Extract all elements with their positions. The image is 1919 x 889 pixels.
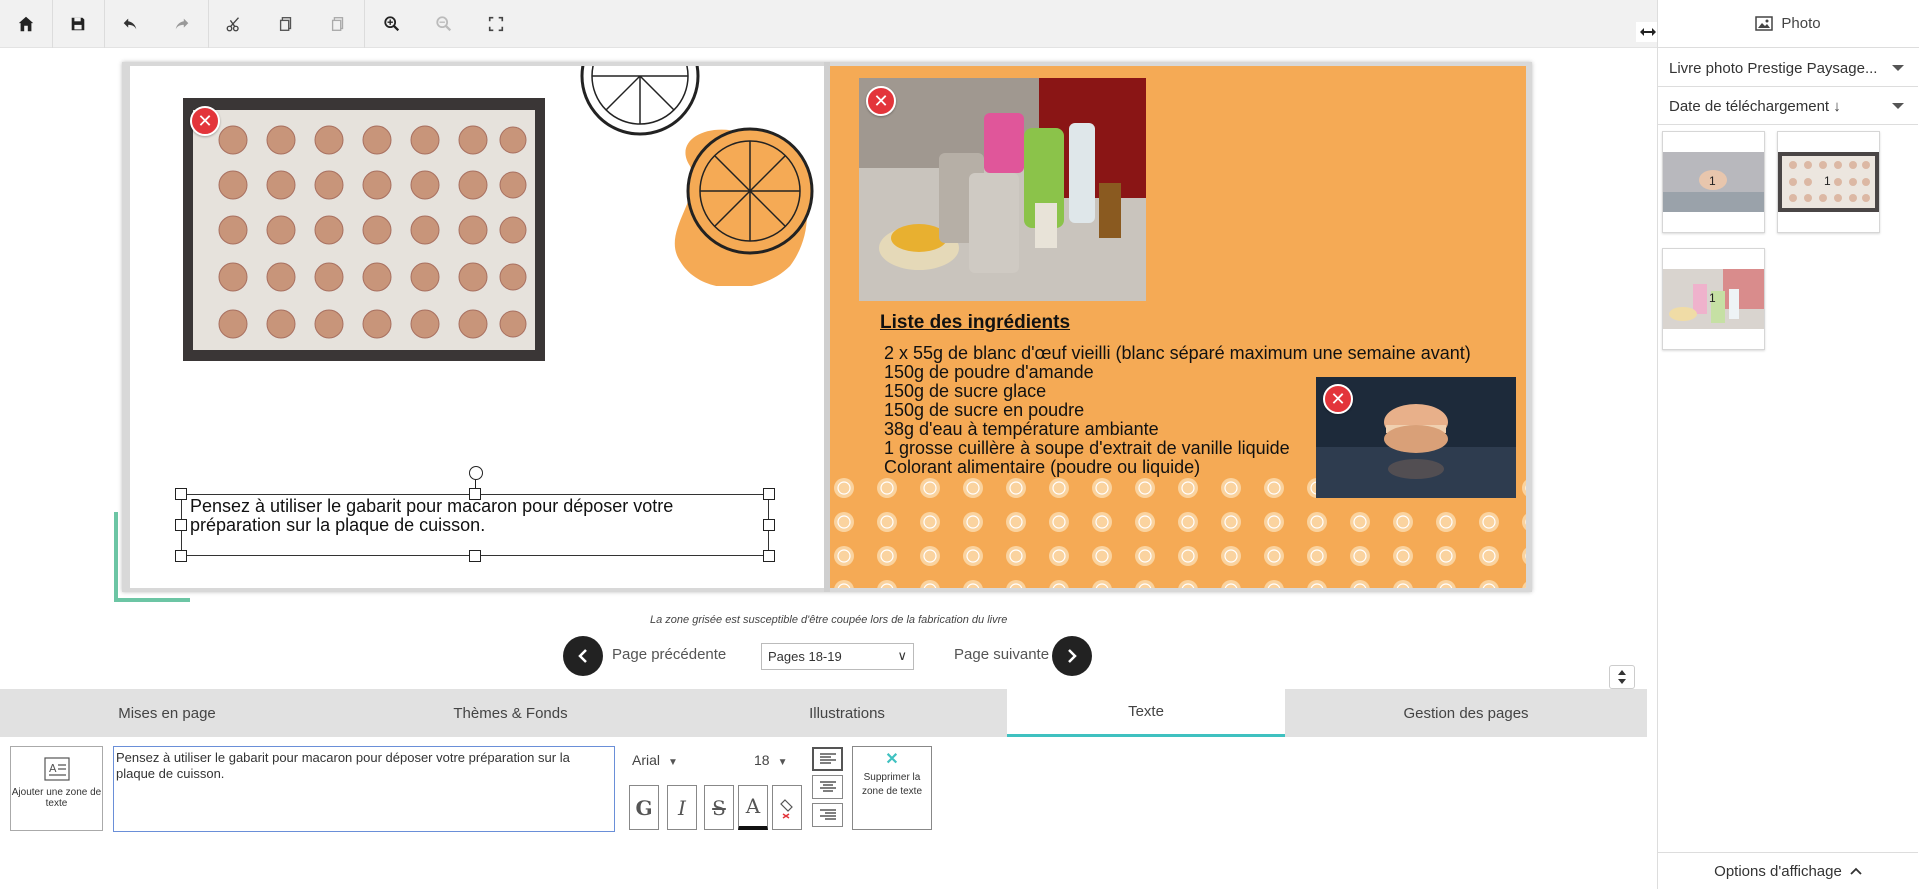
align-center-icon: [819, 781, 836, 792]
font-family-value: Arial: [632, 752, 661, 768]
add-text-zone-button[interactable]: A Ajouter une zone de texte: [10, 746, 103, 831]
fill-bucket-icon: [780, 798, 793, 819]
undo-icon[interactable]: [104, 0, 156, 48]
add-text-zone-label: Ajouter une zone de texte: [11, 787, 102, 809]
text-color-button[interactable]: A: [738, 785, 768, 830]
tab-illustrations[interactable]: Illustrations: [687, 689, 1007, 737]
resize-handle-s[interactable]: [469, 550, 481, 562]
delete-text-zone-label: Supprimer la zone de texte: [861, 772, 923, 797]
usage-count: 1: [1709, 291, 1716, 305]
photo-ingredients[interactable]: [859, 78, 1146, 301]
photo-panel-header[interactable]: Photo: [1657, 0, 1919, 48]
close-icon: ✕: [885, 751, 899, 768]
toolbar-divider: [364, 0, 365, 48]
italic-button[interactable]: I: [667, 785, 697, 830]
align-left-button[interactable]: [812, 747, 843, 771]
crop-warning-note: La zone grisée est susceptible d'être co…: [650, 614, 1008, 626]
album-select-value: Livre photo Prestige Paysage...: [1669, 60, 1878, 77]
ingredients-title[interactable]: Liste des ingrédients: [880, 312, 1070, 334]
resize-handle-nw[interactable]: [175, 488, 187, 500]
cut-icon[interactable]: [208, 0, 260, 48]
text-box-content[interactable]: Pensez à utiliser le gabarit pour macaro…: [190, 497, 750, 535]
font-size-select[interactable]: 18 ▼: [754, 752, 787, 768]
tab-texte[interactable]: Texte: [1007, 689, 1285, 737]
delete-photo-icon[interactable]: ✕: [190, 106, 220, 136]
align-right-icon: [819, 809, 836, 820]
chevron-down-icon: ▼: [668, 757, 678, 768]
usage-count: 1: [1709, 174, 1716, 188]
fullscreen-icon[interactable]: [470, 0, 522, 48]
text-content-input[interactable]: Pensez à utiliser le gabarit pour macaro…: [113, 746, 615, 832]
zoom-out-icon[interactable]: [418, 0, 470, 48]
sort-select-value: Date de téléchargement ↓: [1669, 98, 1841, 115]
image-icon: [1755, 16, 1774, 31]
ingredient-item: 2 x 55g de blanc d'œuf vieilli (blanc sé…: [884, 343, 1471, 363]
align-center-button[interactable]: [812, 775, 843, 799]
copy-icon[interactable]: [260, 0, 312, 48]
page-select[interactable]: Pages 18-19 ∨: [761, 643, 914, 670]
photo-thumbnail[interactable]: 1: [1662, 131, 1765, 233]
photo-macaron-tray[interactable]: [183, 98, 545, 361]
rotate-handle[interactable]: [469, 466, 483, 480]
ingredients-image: [859, 78, 1146, 273]
font-size-value: 18: [754, 752, 770, 768]
chevron-right-icon: [1068, 649, 1077, 663]
chevron-up-icon: [1850, 867, 1862, 875]
align-left-icon: [819, 753, 836, 764]
display-options-toggle[interactable]: Options d'affichage: [1658, 852, 1918, 889]
paste-icon[interactable]: [312, 0, 364, 48]
photo-thumbnail[interactable]: 1: [1777, 131, 1880, 233]
font-family-select[interactable]: Arial ▼: [632, 752, 678, 768]
display-options-label: Options d'affichage: [1714, 862, 1842, 880]
caret-down-icon: [1892, 65, 1904, 71]
home-icon[interactable]: [0, 0, 52, 48]
bold-button[interactable]: G: [629, 785, 659, 830]
bottom-tabs: Mises en page Thèmes & Fonds Illustratio…: [0, 689, 1647, 737]
previous-page-button[interactable]: [563, 636, 603, 676]
resize-handle-e[interactable]: [763, 519, 775, 531]
chevron-down-icon: ∨: [897, 648, 907, 663]
sort-select[interactable]: Date de téléchargement ↓: [1658, 88, 1918, 125]
macaron-shells-image: [218, 125, 527, 339]
chevron-down-icon: ▼: [777, 757, 788, 768]
tab-themes-fonds[interactable]: Thèmes & Fonds: [334, 689, 687, 737]
delete-text-zone-button[interactable]: ✕ Supprimer la zone de texte: [852, 746, 932, 830]
delete-photo-icon[interactable]: ✕: [1323, 384, 1353, 414]
expand-vertical-icon[interactable]: [1609, 665, 1635, 689]
resize-handle-w[interactable]: [175, 519, 187, 531]
strikethrough-button[interactable]: S: [704, 785, 734, 830]
page-select-value: Pages 18-19: [768, 649, 842, 664]
next-page-label[interactable]: Page suivante: [954, 646, 1049, 663]
tab-mises-en-page[interactable]: Mises en page: [0, 689, 334, 737]
resize-handle-ne[interactable]: [763, 488, 775, 500]
orange-slice-illustration[interactable]: [570, 66, 824, 286]
baking-paper: [193, 110, 535, 350]
album-select[interactable]: Livre photo Prestige Paysage...: [1658, 50, 1918, 87]
svg-text:A: A: [49, 762, 57, 775]
zoom-in-icon[interactable]: [366, 0, 418, 48]
align-right-button[interactable]: [812, 803, 843, 827]
delete-photo-icon[interactable]: ✕: [866, 86, 896, 116]
resize-handle-n[interactable]: [469, 488, 481, 500]
caret-down-icon: [1892, 103, 1904, 109]
toolbar: [0, 0, 1657, 48]
text-zone-icon: A: [43, 757, 70, 781]
previous-page-label[interactable]: Page précédente: [612, 646, 726, 663]
tab-gestion-des-pages[interactable]: Gestion des pages: [1285, 689, 1647, 737]
resize-handle-se[interactable]: [763, 550, 775, 562]
resize-handle-sw[interactable]: [175, 550, 187, 562]
redo-icon[interactable]: [156, 0, 208, 48]
save-icon[interactable]: [52, 0, 104, 48]
usage-count: 1: [1824, 174, 1831, 188]
background-color-button[interactable]: [772, 785, 802, 830]
next-page-button[interactable]: [1052, 636, 1092, 676]
photo-thumbnail[interactable]: 1: [1662, 248, 1765, 350]
chevron-left-icon: [578, 649, 587, 663]
photo-panel-title: Photo: [1781, 15, 1821, 32]
